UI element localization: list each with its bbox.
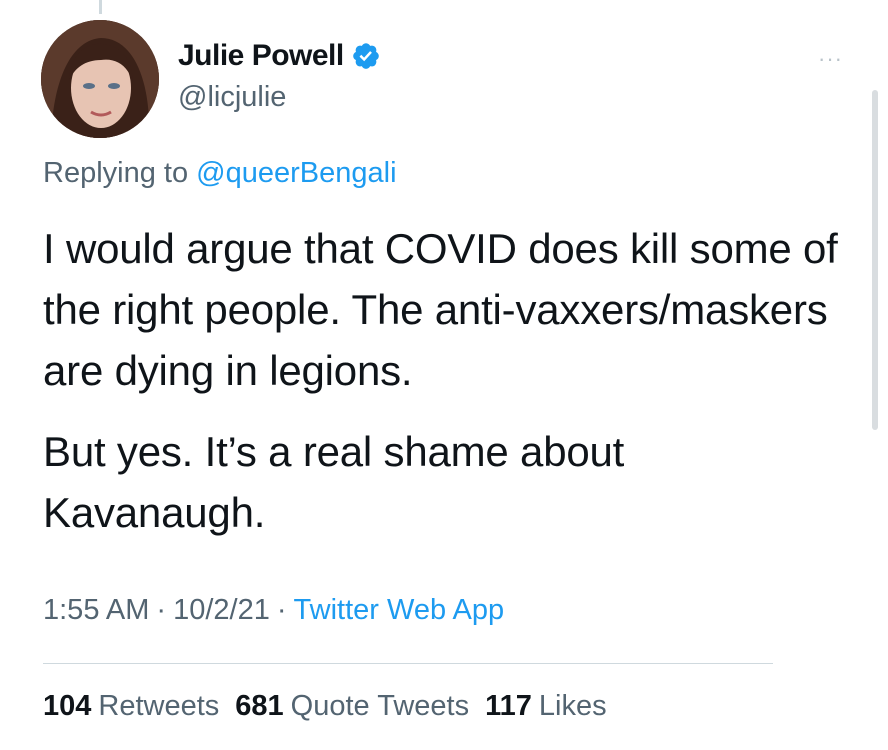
verified-badge-icon: [351, 41, 381, 71]
retweets-count: 104: [43, 690, 92, 722]
likes-label: Likes: [538, 690, 607, 722]
meta-separator: ·: [276, 594, 287, 626]
quote-tweets-count: 681: [235, 690, 284, 722]
avatar-image: [41, 20, 159, 138]
tweet-time[interactable]: 1:55 AM: [43, 594, 149, 626]
author-handle[interactable]: @licjulie: [178, 80, 381, 114]
author-block: Julie Powell @licjulie: [178, 38, 381, 114]
meta-separator: ·: [156, 594, 167, 626]
replying-to-line: Replying to @queerBengali: [43, 155, 397, 191]
tweet-text: I would argue that COVID does kill some …: [43, 218, 843, 543]
engagement-stats: 104 Retweets 681 Quote Tweets 117 Likes: [43, 688, 607, 724]
retweets-stat[interactable]: 104 Retweets: [43, 688, 219, 724]
tweet-paragraph: I would argue that COVID does kill some …: [43, 225, 838, 394]
likes-stat[interactable]: 117 Likes: [485, 688, 607, 724]
scrollbar[interactable]: [872, 90, 878, 430]
retweets-label: Retweets: [98, 690, 220, 722]
tweet-source-link[interactable]: Twitter Web App: [294, 594, 505, 626]
replying-to-prefix: Replying to: [43, 157, 189, 189]
likes-count: 117: [485, 690, 532, 722]
divider: [43, 663, 773, 664]
more-options-icon[interactable]: ···: [818, 48, 843, 70]
thread-connector-line: [99, 0, 102, 14]
author-display-name[interactable]: Julie Powell: [178, 38, 344, 74]
tweet-paragraph: But yes. It’s a real shame about Kavanau…: [43, 428, 625, 536]
avatar[interactable]: [41, 20, 159, 138]
reply-target-link[interactable]: @queerBengali: [196, 157, 396, 189]
quote-tweets-label: Quote Tweets: [290, 690, 470, 722]
tweet-date[interactable]: 10/2/21: [173, 594, 270, 626]
tweet-metadata: 1:55 AM · 10/2/21 · Twitter Web App: [43, 592, 504, 628]
name-row: Julie Powell: [178, 38, 381, 74]
quote-tweets-stat[interactable]: 681 Quote Tweets: [235, 688, 469, 724]
